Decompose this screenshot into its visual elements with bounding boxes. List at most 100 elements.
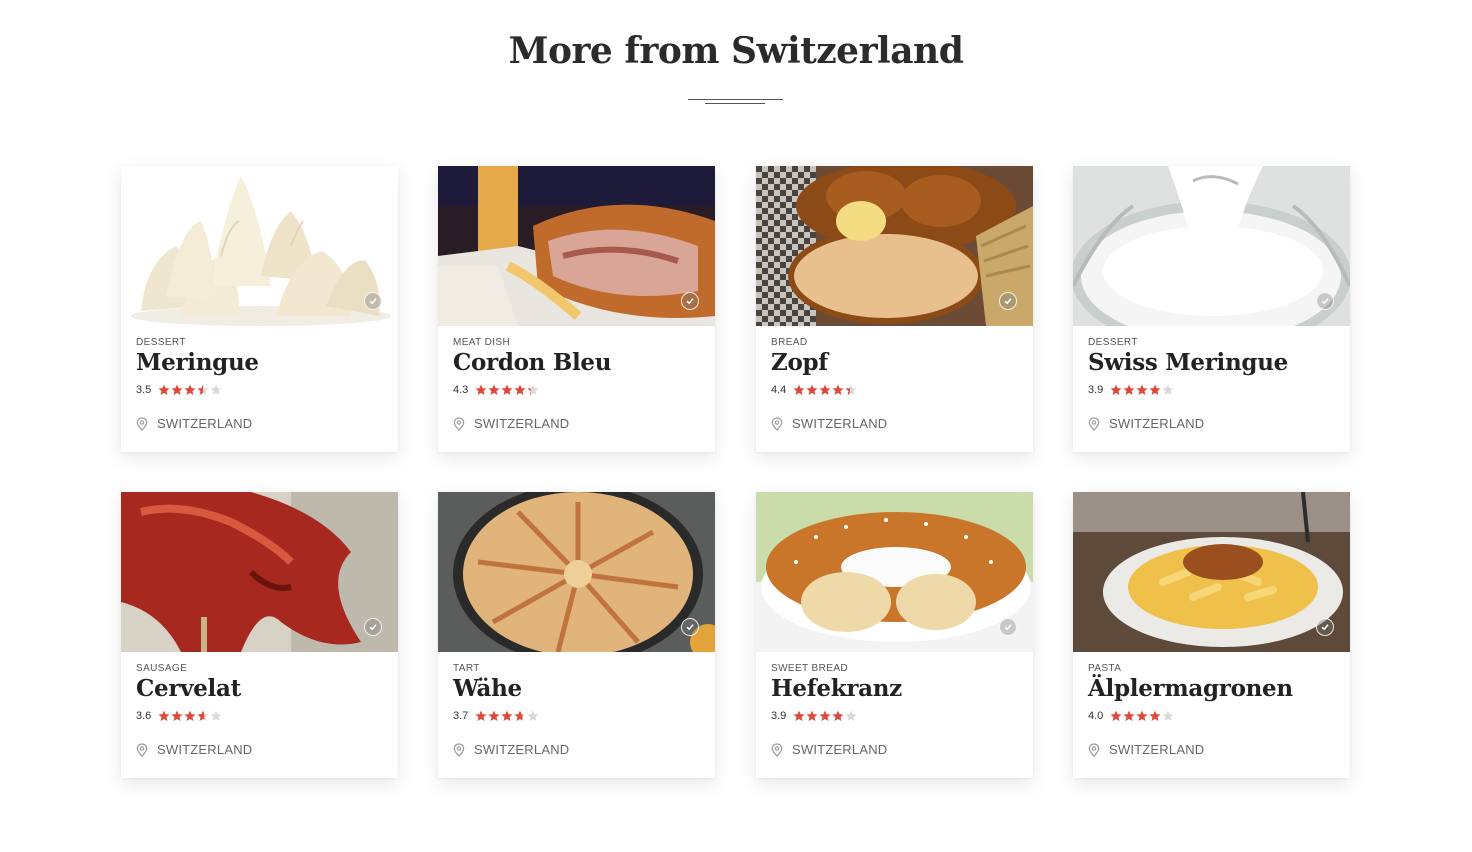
- dish-category: TART: [453, 663, 480, 674]
- location-link[interactable]: SWITZERLAND: [771, 416, 887, 431]
- location-text: SWITZERLAND: [792, 742, 888, 757]
- location-text: SWITZERLAND: [474, 742, 570, 757]
- star-icon: [475, 384, 487, 396]
- location-pin-icon: [453, 742, 465, 757]
- dish-name[interactable]: Cordon Bleu: [453, 349, 611, 376]
- rating-stars: [1110, 384, 1175, 396]
- check-icon[interactable]: [1316, 618, 1334, 636]
- dish-photo[interactable]: [438, 166, 715, 326]
- check-icon[interactable]: [1316, 292, 1334, 310]
- dish-card[interactable]: MEAT DISH Cordon Bleu 4.3 SWITZERLAND: [438, 166, 715, 452]
- star-icon: [171, 384, 183, 396]
- rating-value: 3.5: [136, 384, 152, 396]
- star-icon: [1149, 710, 1161, 722]
- dish-name[interactable]: Älplermagronen: [1088, 675, 1293, 702]
- location-pin-icon: [771, 742, 783, 757]
- location-link[interactable]: SWITZERLAND: [771, 742, 887, 757]
- dish-name[interactable]: Swiss Meringue: [1088, 349, 1288, 376]
- dish-photo[interactable]: [121, 492, 398, 652]
- dish-photo[interactable]: [756, 166, 1033, 326]
- check-icon[interactable]: [364, 618, 382, 636]
- location-pin-icon: [453, 416, 465, 431]
- location-link[interactable]: SWITZERLAND: [136, 416, 252, 431]
- dish-name[interactable]: Zopf: [771, 349, 828, 376]
- star-icon: [488, 384, 500, 396]
- star-icon: [1110, 710, 1122, 722]
- rating: 4.3: [453, 383, 540, 397]
- dish-category: SAUSAGE: [136, 663, 188, 674]
- star-icon: [1123, 384, 1135, 396]
- check-icon[interactable]: [364, 292, 382, 310]
- dish-name[interactable]: Meringue: [136, 349, 259, 376]
- dish-category: MEAT DISH: [453, 337, 511, 348]
- star-icon: [501, 710, 513, 722]
- dish-photo[interactable]: [1073, 492, 1350, 652]
- star-icon: [514, 384, 526, 396]
- star-icon: [475, 710, 487, 722]
- check-icon[interactable]: [681, 618, 699, 636]
- dish-card[interactable]: SWEET BREAD Hefekranz 3.9 SWITZERLAND: [756, 492, 1033, 778]
- dish-photo[interactable]: [438, 492, 715, 652]
- star-icon: [184, 384, 196, 396]
- star-icon: [488, 710, 500, 722]
- dish-photo[interactable]: [756, 492, 1033, 652]
- star-icon: [832, 710, 844, 722]
- rating-value: 3.9: [1088, 384, 1104, 396]
- rating: 4.4: [771, 383, 858, 397]
- dish-name[interactable]: Hefekranz: [771, 675, 902, 702]
- star-icon: [501, 384, 513, 396]
- location-link[interactable]: SWITZERLAND: [453, 416, 569, 431]
- star-icon: [1136, 384, 1148, 396]
- rating-value: 3.6: [136, 710, 152, 722]
- star-icon: [514, 710, 526, 722]
- dish-card[interactable]: DESSERT Swiss Meringue 3.9 SWITZERLAND: [1073, 166, 1350, 452]
- star-icon: [184, 710, 196, 722]
- star-icon: [158, 710, 170, 722]
- location-link[interactable]: SWITZERLAND: [136, 742, 252, 757]
- check-icon[interactable]: [999, 618, 1017, 636]
- dish-card[interactable]: SAUSAGE Cervelat 3.6 SWITZERLAND: [121, 492, 398, 778]
- star-icon: [1136, 710, 1148, 722]
- location-pin-icon: [1088, 416, 1100, 431]
- rating: 3.6: [136, 709, 223, 723]
- star-icon: [197, 384, 209, 396]
- location-link[interactable]: SWITZERLAND: [1088, 742, 1204, 757]
- dish-photo[interactable]: [1073, 166, 1350, 326]
- rating-stars: [158, 710, 223, 722]
- rating-value: 4.4: [771, 384, 787, 396]
- dish-card[interactable]: BREAD Zopf 4.4 SWITZERLAND: [756, 166, 1033, 452]
- star-icon: [1149, 384, 1161, 396]
- dish-name[interactable]: Wähe: [453, 675, 522, 702]
- location-link[interactable]: SWITZERLAND: [453, 742, 569, 757]
- dish-category: BREAD: [771, 337, 808, 348]
- location-text: SWITZERLAND: [1109, 416, 1205, 431]
- dish-card[interactable]: TART Wähe 3.7 SWITZERLAND: [438, 492, 715, 778]
- dish-photo[interactable]: [121, 166, 398, 326]
- star-icon: [819, 384, 831, 396]
- star-icon: [171, 710, 183, 722]
- rating-stars: [158, 384, 223, 396]
- star-icon: [819, 710, 831, 722]
- check-icon[interactable]: [999, 292, 1017, 310]
- star-icon: [793, 384, 805, 396]
- dish-name[interactable]: Cervelat: [136, 675, 241, 702]
- rating-value: 4.0: [1088, 710, 1104, 722]
- location-pin-icon: [136, 416, 148, 431]
- rating-stars: [793, 384, 858, 396]
- dish-category: PASTA: [1088, 663, 1122, 674]
- location-pin-icon: [771, 416, 783, 431]
- star-icon: [845, 384, 857, 396]
- star-icon: [806, 384, 818, 396]
- location-text: SWITZERLAND: [1109, 742, 1205, 757]
- section-title: More from Switzerland: [508, 30, 964, 72]
- check-icon[interactable]: [681, 292, 699, 310]
- star-icon: [210, 384, 222, 396]
- dish-card[interactable]: DESSERT Meringue 3.5 SWITZERLAND: [121, 166, 398, 452]
- dish-card[interactable]: PASTA Älplermagronen 4.0 SWITZERLAND: [1073, 492, 1350, 778]
- rating: 3.7: [453, 709, 540, 723]
- star-icon: [1110, 384, 1122, 396]
- location-text: SWITZERLAND: [474, 416, 570, 431]
- location-text: SWITZERLAND: [157, 742, 253, 757]
- location-link[interactable]: SWITZERLAND: [1088, 416, 1204, 431]
- rating-value: 4.3: [453, 384, 469, 396]
